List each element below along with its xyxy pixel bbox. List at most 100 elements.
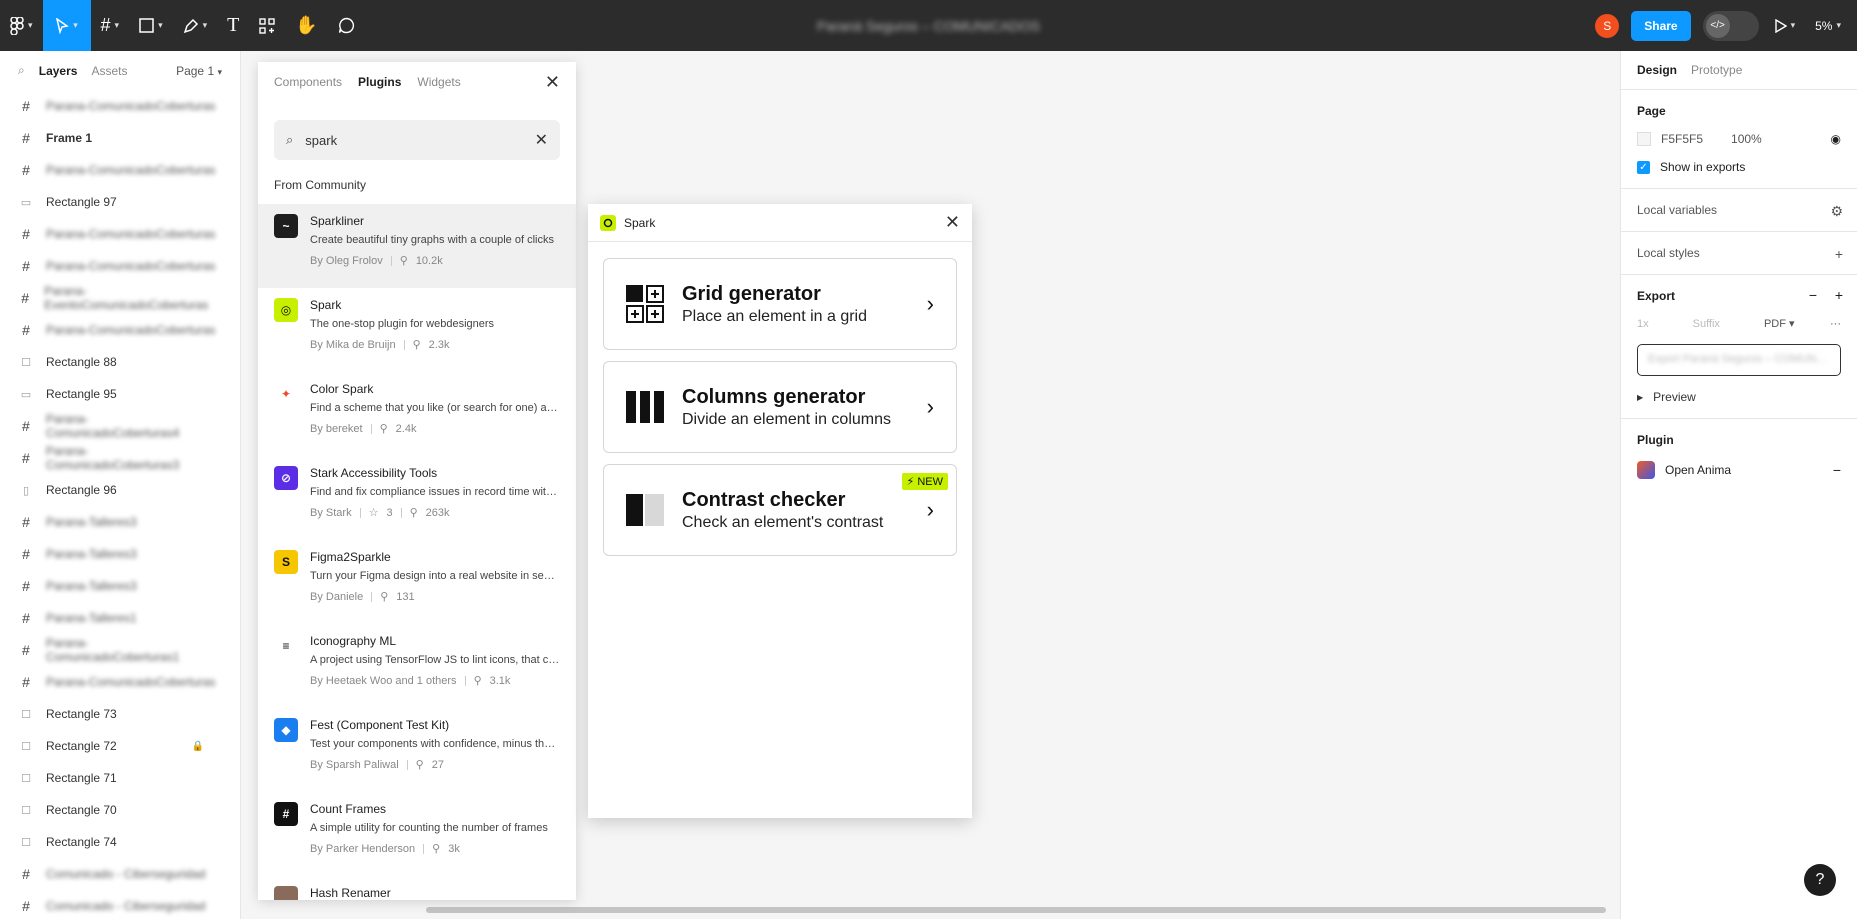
remove-icon[interactable]: − bbox=[1809, 287, 1817, 303]
plugin-list-item[interactable]: S Figma2Sparkle Turn your Figma design int… bbox=[258, 540, 576, 624]
layer-row[interactable]: ▭ Rectangle 97 bbox=[0, 186, 240, 218]
layer-row[interactable]: ☐ Rectangle 73 bbox=[0, 698, 240, 730]
contrast-checker-card[interactable]: ⚡ NEW Contrast checker Check an element'… bbox=[603, 464, 957, 556]
plugin-name: Iconography ML bbox=[310, 634, 397, 648]
main-menu-button[interactable]: ▾ bbox=[0, 0, 43, 51]
comment-tool-button[interactable] bbox=[328, 0, 365, 51]
plugin-list-item[interactable]: ◆ Fest (Component Test Kit) Test your comp… bbox=[258, 708, 576, 792]
page-selector[interactable]: Page 1 ▾ bbox=[176, 64, 222, 78]
plugin-name: Color Spark bbox=[310, 382, 374, 396]
layer-label: Parana-ComunicadoCoberturas bbox=[46, 227, 216, 241]
plugin-row[interactable]: Open Anima − bbox=[1637, 461, 1841, 479]
layer-row[interactable]: # Parana-ComunicadoCoberturas bbox=[0, 314, 240, 346]
more-icon[interactable]: ··· bbox=[1830, 318, 1841, 330]
plugin-list-item[interactable]: ⊘ Stark Accessibility Tools Find and fix c… bbox=[258, 456, 576, 540]
tab-components[interactable]: Components bbox=[274, 75, 342, 89]
preview-row[interactable]: ▶ Preview bbox=[1637, 390, 1841, 404]
layer-row[interactable]: ☐ Rectangle 72 🔒 bbox=[0, 730, 240, 762]
hand-tool-button[interactable]: ✋ bbox=[285, 0, 327, 51]
show-exports-checkbox[interactable]: ✓ bbox=[1637, 160, 1650, 174]
layer-row[interactable]: # Parana-ComunicadoCoberturas bbox=[0, 218, 240, 250]
zoom-menu[interactable]: 5% ▾ bbox=[1811, 0, 1845, 51]
plugin-name: Open Anima bbox=[1665, 463, 1732, 477]
eye-icon[interactable]: ◉ bbox=[1831, 132, 1841, 146]
variables-icon[interactable]: ⚙ bbox=[1830, 203, 1843, 220]
frame-tool-button[interactable]: # ▾ bbox=[91, 0, 130, 51]
file-title[interactable]: Paraná Seguros – COMUNICADOS bbox=[817, 18, 1040, 34]
layer-row[interactable]: # Parana-Talleres3 bbox=[0, 538, 240, 570]
layer-row[interactable]: # Parana-ComunicadoCoberturas4 bbox=[0, 410, 240, 442]
pen-icon bbox=[183, 18, 198, 33]
layer-row[interactable]: # Parana-ComunicadoCoberturas bbox=[0, 250, 240, 282]
add-icon[interactable]: + bbox=[1835, 287, 1843, 303]
text-tool-button[interactable]: T bbox=[217, 0, 249, 51]
layer-row[interactable]: # Comunicado - Ciberseguridad bbox=[0, 858, 240, 890]
plugin-list-item[interactable]: ◎ Spark The one-stop plugin for webdesigne… bbox=[258, 288, 576, 372]
components-icon bbox=[259, 17, 276, 34]
layer-row[interactable]: # Parana-ComunicadoCoberturas1 bbox=[0, 634, 240, 666]
layer-row[interactable]: # Parana-ComunicadoCoberturas3 bbox=[0, 442, 240, 474]
search-icon[interactable]: ⌕ bbox=[18, 63, 25, 78]
close-icon[interactable]: ✕ bbox=[945, 212, 960, 233]
layer-label: Parana-Talleres3 bbox=[46, 547, 137, 561]
frame-icon: # bbox=[22, 578, 30, 594]
layer-row[interactable]: ▯ Rectangle 96 bbox=[0, 474, 240, 506]
plugin-list-item[interactable]: # Count Frames A simple utility for counti… bbox=[258, 792, 576, 876]
export-format[interactable]: PDF ▾ bbox=[1764, 317, 1795, 330]
tab-assets[interactable]: Assets bbox=[91, 64, 127, 78]
plugin-list-item[interactable]: ✦ Color Spark Find a scheme that you like … bbox=[258, 372, 576, 456]
layer-row[interactable]: # Parana-Talleres3 bbox=[0, 570, 240, 602]
export-scale[interactable]: 1x bbox=[1637, 318, 1649, 330]
layer-row[interactable]: ☐ Rectangle 70 bbox=[0, 794, 240, 826]
present-button[interactable]: ▾ bbox=[1771, 0, 1800, 51]
horizontal-scrollbar[interactable] bbox=[426, 907, 1606, 913]
plugin-list-item[interactable]: ≡ Iconography ML A project using TensorFlo… bbox=[258, 624, 576, 708]
layer-row[interactable]: # Parana-Talleres1 bbox=[0, 602, 240, 634]
remove-icon[interactable]: − bbox=[1833, 462, 1841, 478]
plugin-list-item[interactable]: Hash Renamer bbox=[258, 876, 576, 900]
layer-row[interactable]: # Frame 1 bbox=[0, 122, 240, 154]
plugin-author: By bereket bbox=[310, 422, 363, 435]
layer-row[interactable]: # Parana-Talleres3 bbox=[0, 506, 240, 538]
grid-generator-card[interactable]: Grid generator Place an element in a gri… bbox=[603, 258, 957, 350]
tab-design[interactable]: Design bbox=[1637, 63, 1677, 77]
tab-prototype[interactable]: Prototype bbox=[1691, 63, 1742, 77]
plugin-search-input[interactable] bbox=[305, 132, 523, 148]
layer-row[interactable]: ☐ Rectangle 88 bbox=[0, 346, 240, 378]
left-panel-tabs: ⌕ Layers Assets Page 1 ▾ bbox=[0, 51, 240, 90]
card-subtitle: Divide an element in columns bbox=[682, 410, 891, 428]
export-button-label: Export Paraná Seguros – COMUN... bbox=[1648, 353, 1826, 365]
chevron-down-icon: ▾ bbox=[28, 20, 33, 30]
add-icon[interactable]: + bbox=[1835, 246, 1843, 262]
layer-row[interactable]: # Parana-ComunicadoCoberturas bbox=[0, 90, 240, 122]
export-suffix[interactable]: Suffix bbox=[1693, 318, 1720, 330]
pen-tool-button[interactable]: ▾ bbox=[173, 0, 218, 51]
layer-row[interactable]: ☐ Rectangle 74 bbox=[0, 826, 240, 858]
avatar[interactable]: S bbox=[1595, 13, 1620, 38]
move-tool-button[interactable]: ▾ bbox=[42, 0, 91, 51]
close-icon[interactable]: ✕ bbox=[545, 72, 560, 93]
rectangle-icon: ▭ bbox=[20, 196, 32, 209]
layer-row[interactable]: # Comunicado - Ciberseguridad bbox=[0, 890, 240, 919]
page-color-value[interactable]: F5F5F5 bbox=[1661, 132, 1703, 146]
layer-row[interactable]: # Parana-EventoComunicadoCoberturas bbox=[0, 282, 240, 314]
layer-row[interactable]: ☐ Rectangle 71 bbox=[0, 762, 240, 794]
layer-row[interactable]: # Parana-ComunicadoCoberturas bbox=[0, 154, 240, 186]
page-color-swatch[interactable] bbox=[1637, 132, 1651, 146]
resources-button[interactable] bbox=[249, 0, 285, 51]
layer-row[interactable]: # Parana-ComunicadoCoberturas bbox=[0, 666, 240, 698]
tab-plugins[interactable]: Plugins bbox=[358, 75, 401, 89]
layer-row[interactable]: ▭ Rectangle 95 bbox=[0, 378, 240, 410]
plugin-list-item[interactable]: ~ Sparkliner Create beautiful tiny graphs … bbox=[258, 204, 576, 288]
shape-tool-button[interactable]: ▾ bbox=[129, 0, 173, 51]
page-opacity-value[interactable]: 100% bbox=[1731, 132, 1762, 146]
export-button[interactable]: Export Paraná Seguros – COMUN... bbox=[1637, 344, 1841, 376]
dev-mode-toggle[interactable]: </> bbox=[1702, 10, 1759, 41]
lock-icon[interactable]: 🔒 bbox=[192, 741, 204, 752]
columns-generator-card[interactable]: Columns generator Divide an element in c… bbox=[603, 361, 957, 453]
help-button[interactable]: ? bbox=[1804, 864, 1836, 896]
share-button[interactable]: Share bbox=[1631, 10, 1691, 41]
clear-search-icon[interactable]: ✕ bbox=[535, 130, 548, 150]
tab-widgets[interactable]: Widgets bbox=[417, 75, 460, 89]
tab-layers[interactable]: Layers bbox=[39, 64, 78, 78]
